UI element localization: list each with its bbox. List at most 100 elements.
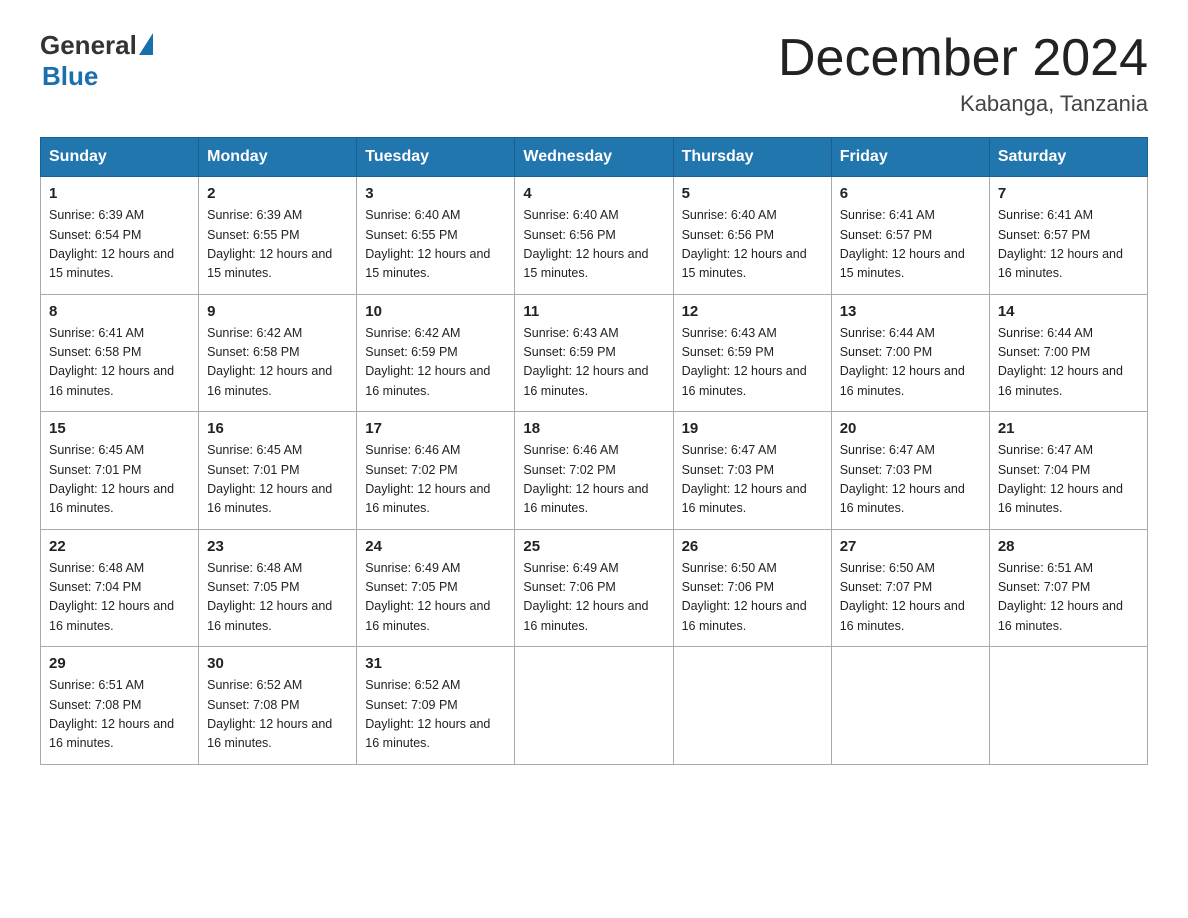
calendar-cell: 17 Sunrise: 6:46 AMSunset: 7:02 PMDayligh… — [357, 412, 515, 530]
day-info: Sunrise: 6:50 AMSunset: 7:06 PMDaylight:… — [682, 559, 823, 637]
calendar-week-row: 15Sunrise: 6:45 AMSunset: 7:01 PMDayligh… — [41, 412, 1148, 530]
calendar-cell: 14 Sunrise: 6:44 AMSunset: 7:00 PMDayligh… — [989, 294, 1147, 412]
calendar-cell: 13Sunrise: 6:44 AMSunset: 7:00 PMDayligh… — [831, 294, 989, 412]
calendar-week-row: 1 Sunrise: 6:39 AMSunset: 6:54 PMDaylight… — [41, 177, 1148, 295]
day-number: 28 — [998, 538, 1139, 555]
day-info: Sunrise: 6:52 AMSunset: 7:08 PMDaylight:… — [207, 676, 348, 754]
day-info: Sunrise: 6:41 AMSunset: 6:57 PMDaylight:… — [998, 206, 1139, 284]
logo: General Blue — [40, 30, 153, 92]
month-title: December 2024 — [778, 30, 1148, 87]
day-info: Sunrise: 6:47 AMSunset: 7:03 PMDaylight:… — [840, 441, 981, 519]
day-info: Sunrise: 6:51 AMSunset: 7:07 PMDaylight:… — [998, 559, 1139, 637]
day-number: 19 — [682, 420, 823, 437]
day-info: Sunrise: 6:42 AMSunset: 6:59 PMDaylight:… — [365, 324, 506, 402]
day-number: 17 — [365, 420, 506, 437]
day-number: 3 — [365, 185, 506, 202]
header-sunday: Sunday — [41, 138, 199, 177]
day-info: Sunrise: 6:40 AMSunset: 6:56 PMDaylight:… — [523, 206, 664, 284]
day-info: Sunrise: 6:40 AMSunset: 6:55 PMDaylight:… — [365, 206, 506, 284]
day-number: 1 — [49, 185, 190, 202]
day-number: 14 — [998, 303, 1139, 320]
day-number: 30 — [207, 655, 348, 672]
day-info: Sunrise: 6:51 AMSunset: 7:08 PMDaylight:… — [49, 676, 190, 754]
day-number: 9 — [207, 303, 348, 320]
day-info: Sunrise: 6:42 AMSunset: 6:58 PMDaylight:… — [207, 324, 348, 402]
day-info: Sunrise: 6:46 AMSunset: 7:02 PMDaylight:… — [365, 441, 506, 519]
day-info: Sunrise: 6:41 AMSunset: 6:58 PMDaylight:… — [49, 324, 190, 402]
calendar-header-row: SundayMondayTuesdayWednesdayThursdayFrid… — [41, 138, 1148, 177]
day-number: 16 — [207, 420, 348, 437]
calendar-table: SundayMondayTuesdayWednesdayThursdayFrid… — [40, 137, 1148, 765]
day-number: 23 — [207, 538, 348, 555]
day-info: Sunrise: 6:44 AMSunset: 7:00 PMDaylight:… — [998, 324, 1139, 402]
day-info: Sunrise: 6:40 AMSunset: 6:56 PMDaylight:… — [682, 206, 823, 284]
day-info: Sunrise: 6:45 AMSunset: 7:01 PMDaylight:… — [207, 441, 348, 519]
calendar-cell: 20 Sunrise: 6:47 AMSunset: 7:03 PMDayligh… — [831, 412, 989, 530]
day-info: Sunrise: 6:48 AMSunset: 7:05 PMDaylight:… — [207, 559, 348, 637]
day-number: 22 — [49, 538, 190, 555]
calendar-cell: 26 Sunrise: 6:50 AMSunset: 7:06 PMDayligh… — [673, 529, 831, 647]
day-number: 10 — [365, 303, 506, 320]
calendar-cell: 1 Sunrise: 6:39 AMSunset: 6:54 PMDaylight… — [41, 177, 199, 295]
day-info: Sunrise: 6:45 AMSunset: 7:01 PMDaylight:… — [49, 441, 190, 519]
calendar-cell: 22 Sunrise: 6:48 AMSunset: 7:04 PMDayligh… — [41, 529, 199, 647]
header-monday: Monday — [199, 138, 357, 177]
calendar-cell: 24 Sunrise: 6:49 AMSunset: 7:05 PMDayligh… — [357, 529, 515, 647]
day-number: 7 — [998, 185, 1139, 202]
day-number: 4 — [523, 185, 664, 202]
calendar-week-row: 8 Sunrise: 6:41 AMSunset: 6:58 PMDaylight… — [41, 294, 1148, 412]
day-info: Sunrise: 6:43 AMSunset: 6:59 PMDaylight:… — [523, 324, 664, 402]
calendar-week-row: 22 Sunrise: 6:48 AMSunset: 7:04 PMDayligh… — [41, 529, 1148, 647]
header-tuesday: Tuesday — [357, 138, 515, 177]
day-info: Sunrise: 6:39 AMSunset: 6:55 PMDaylight:… — [207, 206, 348, 284]
calendar-cell: 21Sunrise: 6:47 AMSunset: 7:04 PMDayligh… — [989, 412, 1147, 530]
day-number: 5 — [682, 185, 823, 202]
calendar-cell: 6Sunrise: 6:41 AMSunset: 6:57 PMDaylight… — [831, 177, 989, 295]
location: Kabanga, Tanzania — [778, 91, 1148, 117]
calendar-cell: 2 Sunrise: 6:39 AMSunset: 6:55 PMDaylight… — [199, 177, 357, 295]
day-number: 26 — [682, 538, 823, 555]
header-thursday: Thursday — [673, 138, 831, 177]
logo-general: General — [40, 30, 137, 61]
day-info: Sunrise: 6:49 AMSunset: 7:05 PMDaylight:… — [365, 559, 506, 637]
day-number: 18 — [523, 420, 664, 437]
calendar-cell: 11 Sunrise: 6:43 AMSunset: 6:59 PMDayligh… — [515, 294, 673, 412]
calendar-cell: 5 Sunrise: 6:40 AMSunset: 6:56 PMDaylight… — [673, 177, 831, 295]
calendar-cell: 12Sunrise: 6:43 AMSunset: 6:59 PMDayligh… — [673, 294, 831, 412]
page-header: General Blue December 2024 Kabanga, Tanz… — [40, 30, 1148, 117]
header-saturday: Saturday — [989, 138, 1147, 177]
day-number: 21 — [998, 420, 1139, 437]
calendar-cell: 27Sunrise: 6:50 AMSunset: 7:07 PMDayligh… — [831, 529, 989, 647]
day-number: 25 — [523, 538, 664, 555]
calendar-cell: 31Sunrise: 6:52 AMSunset: 7:09 PMDayligh… — [357, 647, 515, 765]
calendar-cell: 18 Sunrise: 6:46 AMSunset: 7:02 PMDayligh… — [515, 412, 673, 530]
day-info: Sunrise: 6:43 AMSunset: 6:59 PMDaylight:… — [682, 324, 823, 402]
calendar-cell — [831, 647, 989, 765]
day-info: Sunrise: 6:52 AMSunset: 7:09 PMDaylight:… — [365, 676, 506, 754]
day-number: 2 — [207, 185, 348, 202]
calendar-week-row: 29 Sunrise: 6:51 AMSunset: 7:08 PMDayligh… — [41, 647, 1148, 765]
day-info: Sunrise: 6:48 AMSunset: 7:04 PMDaylight:… — [49, 559, 190, 637]
day-number: 11 — [523, 303, 664, 320]
day-number: 29 — [49, 655, 190, 672]
day-info: Sunrise: 6:39 AMSunset: 6:54 PMDaylight:… — [49, 206, 190, 284]
day-number: 27 — [840, 538, 981, 555]
logo-triangle-icon — [139, 33, 153, 55]
calendar-cell: 28 Sunrise: 6:51 AMSunset: 7:07 PMDayligh… — [989, 529, 1147, 647]
day-number: 20 — [840, 420, 981, 437]
day-info: Sunrise: 6:46 AMSunset: 7:02 PMDaylight:… — [523, 441, 664, 519]
day-number: 8 — [49, 303, 190, 320]
day-number: 24 — [365, 538, 506, 555]
calendar-cell: 16 Sunrise: 6:45 AMSunset: 7:01 PMDayligh… — [199, 412, 357, 530]
calendar-cell: 30 Sunrise: 6:52 AMSunset: 7:08 PMDayligh… — [199, 647, 357, 765]
header-wednesday: Wednesday — [515, 138, 673, 177]
day-info: Sunrise: 6:49 AMSunset: 7:06 PMDaylight:… — [523, 559, 664, 637]
header-friday: Friday — [831, 138, 989, 177]
day-info: Sunrise: 6:41 AMSunset: 6:57 PMDaylight:… — [840, 206, 981, 284]
day-info: Sunrise: 6:44 AMSunset: 7:00 PMDaylight:… — [840, 324, 981, 402]
calendar-cell — [673, 647, 831, 765]
calendar-cell: 23 Sunrise: 6:48 AMSunset: 7:05 PMDayligh… — [199, 529, 357, 647]
calendar-cell: 9 Sunrise: 6:42 AMSunset: 6:58 PMDaylight… — [199, 294, 357, 412]
calendar-cell: 19Sunrise: 6:47 AMSunset: 7:03 PMDayligh… — [673, 412, 831, 530]
calendar-cell: 7 Sunrise: 6:41 AMSunset: 6:57 PMDaylight… — [989, 177, 1147, 295]
